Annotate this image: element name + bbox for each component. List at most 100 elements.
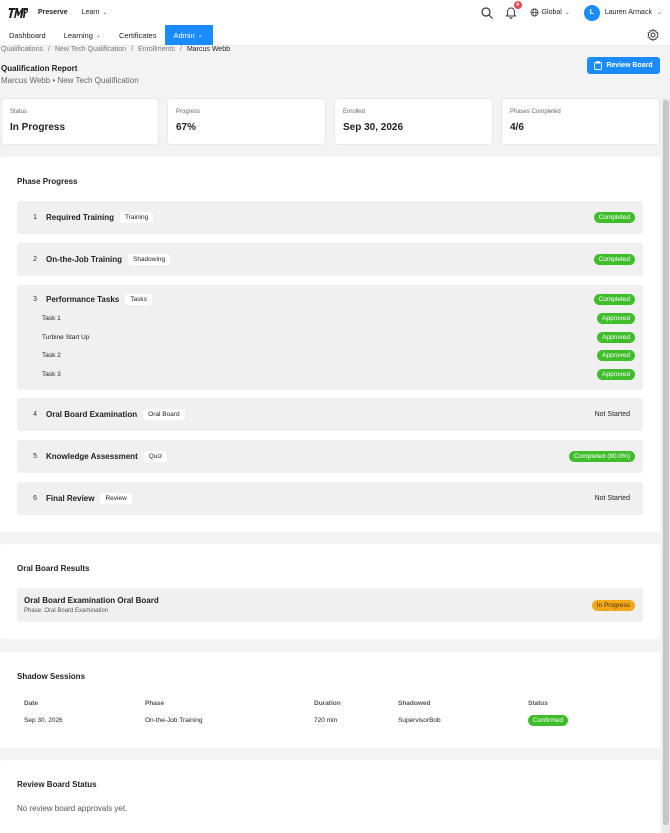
oral-board-item[interactable]: Oral Board Examination Oral Board Phase:… bbox=[17, 588, 643, 622]
stat-card-status: Status In Progress bbox=[1, 98, 159, 145]
chevron-down-icon: ⌄ bbox=[197, 32, 203, 39]
phase-row[interactable]: 2 On-the-Job Training Shadowing Complete… bbox=[17, 243, 643, 276]
phase-row[interactable]: 1 Required Training Training Completed bbox=[17, 201, 643, 234]
section-title: Phase Progress bbox=[17, 177, 78, 186]
user-name: Lauren Armack bbox=[604, 9, 652, 16]
phase-number: 6 bbox=[33, 495, 37, 502]
nav-item-label: Admin bbox=[173, 30, 195, 40]
stat-value: Sep 30, 2026 bbox=[343, 122, 404, 133]
status-badge: Completed bbox=[593, 254, 635, 265]
chevron-down-icon: ⌄ bbox=[95, 32, 101, 39]
clipboard-icon bbox=[594, 61, 603, 70]
task-row[interactable]: Task 1 Approved bbox=[42, 312, 635, 325]
top-bar: Preserve Learn ⌄ 4 Global ⌄ L Lauren Arm… bbox=[0, 0, 670, 25]
phase-type-tag: Tasks bbox=[125, 293, 152, 305]
phase-number: 2 bbox=[33, 256, 37, 263]
breadcrumb-link[interactable]: Qualifications bbox=[1, 46, 43, 53]
region-label: Global bbox=[541, 9, 562, 16]
session-phase: On-the-Job Training bbox=[145, 717, 203, 724]
brand-logo[interactable] bbox=[8, 7, 28, 19]
phase-name: On-the-Job Training bbox=[46, 255, 122, 264]
column-header: Phase bbox=[145, 700, 165, 707]
phase-row[interactable]: 5 Knowledge Assessment Quiz Completed (8… bbox=[17, 440, 643, 473]
status-badge: Not Started bbox=[594, 411, 630, 418]
empty-state-text: No review board approvals yet. bbox=[17, 804, 128, 813]
learn-menu[interactable]: Learn ⌄ bbox=[82, 9, 108, 16]
stat-value: 4/6 bbox=[510, 122, 524, 133]
review-board-status-panel: Review Board Status No review board appr… bbox=[0, 760, 660, 833]
phase-row[interactable]: 3 Performance Tasks Tasks Completed Task… bbox=[17, 285, 643, 390]
nav-item-label: Certificates bbox=[118, 30, 157, 40]
task-row[interactable]: Turbine Start Up Approved bbox=[42, 331, 635, 344]
phase-name: Oral Board Examination bbox=[46, 410, 138, 419]
region-selector[interactable]: Global ⌄ bbox=[530, 8, 570, 17]
page-subtitle: Marcus Webb • New Tech Qualification bbox=[1, 76, 139, 85]
shadow-sessions-panel: Shadow Sessions Date Phase Duration Shad… bbox=[0, 652, 660, 748]
status-badge: Approved bbox=[597, 350, 635, 361]
nav-item-admin[interactable]: Admin ⌄ bbox=[165, 25, 213, 45]
nav-item-certificates[interactable]: Certificates bbox=[110, 25, 166, 45]
review-board-button-label: Review Board bbox=[606, 62, 653, 69]
phase-type-tag: Shadowing bbox=[128, 254, 171, 265]
stat-label: Progress bbox=[176, 109, 201, 115]
breadcrumb-link[interactable]: New Tech Qualification bbox=[55, 46, 126, 53]
breadcrumb: Qualifications / New Tech Qualification … bbox=[1, 46, 230, 53]
user-menu[interactable]: L Lauren Armack ⌄ bbox=[583, 4, 662, 21]
scrollbar-thumb[interactable] bbox=[663, 100, 669, 825]
phase-number: 3 bbox=[33, 295, 37, 303]
stat-card-phases-completed: Phases Completed 4/6 bbox=[501, 98, 660, 145]
status-badge: Approved bbox=[597, 369, 635, 380]
phase-number: 1 bbox=[33, 214, 37, 221]
stat-value: In Progress bbox=[10, 122, 66, 133]
learn-menu-label: Learn bbox=[81, 9, 100, 16]
breadcrumb-link[interactable]: Enrollments bbox=[138, 46, 175, 53]
status-badge: Completed bbox=[593, 212, 635, 223]
session-duration: 720 min bbox=[314, 717, 338, 724]
phase-type-tag: Oral Board bbox=[143, 409, 185, 420]
breadcrumb-separator: / bbox=[48, 46, 50, 53]
breadcrumb-separator: / bbox=[179, 46, 182, 53]
stat-card-progress: Progress 67% bbox=[167, 98, 326, 145]
review-board-button[interactable]: Review Board bbox=[587, 57, 660, 74]
phase-row[interactable]: 6 Final Review Review Not Started bbox=[17, 482, 643, 515]
nav-item-dashboard[interactable]: Dashboard bbox=[0, 25, 55, 45]
stat-label: Status bbox=[10, 109, 28, 115]
oral-board-name: Oral Board Examination Oral Board bbox=[24, 596, 159, 605]
stat-card-enrolled: Enrolled Sep 30, 2026 bbox=[334, 98, 493, 145]
column-header: Status bbox=[528, 700, 548, 707]
nav-item-learning[interactable]: Learning ⌄ bbox=[55, 25, 110, 45]
column-header: Shadowed bbox=[398, 700, 431, 707]
section-title: Shadow Sessions bbox=[17, 672, 86, 681]
phase-number: 4 bbox=[33, 411, 37, 418]
chevron-down-icon: ⌄ bbox=[656, 10, 662, 16]
status-badge: In Progress bbox=[591, 600, 635, 611]
chevron-down-icon: ⌄ bbox=[564, 10, 570, 16]
notification-count-badge: 4 bbox=[513, 0, 522, 9]
phase-name: Knowledge Assessment bbox=[46, 452, 138, 461]
main-nav: Dashboard Learning ⌄ Certificates Admin … bbox=[0, 25, 670, 46]
gear-icon[interactable] bbox=[646, 28, 660, 42]
page-title: Qualification Report bbox=[1, 64, 78, 73]
status-badge: Not Started bbox=[594, 495, 630, 502]
column-header: Date bbox=[24, 700, 39, 707]
status-badge: Confirmed bbox=[528, 715, 568, 726]
status-badge: Approved bbox=[597, 332, 635, 343]
column-header: Duration bbox=[314, 700, 341, 707]
phase-number: 5 bbox=[33, 453, 37, 460]
task-row[interactable]: Task 2 Approved bbox=[42, 349, 635, 362]
oral-board-results-panel: Oral Board Results Oral Board Examinatio… bbox=[0, 544, 660, 639]
phase-name: Performance Tasks bbox=[46, 294, 120, 304]
phase-type-tag: Training bbox=[120, 212, 154, 223]
phase-progress-panel: Phase Progress 1 Required Training Train… bbox=[0, 157, 660, 532]
nav-item-label: Learning bbox=[63, 30, 93, 40]
notifications-button[interactable]: 4 bbox=[504, 0, 522, 20]
task-row[interactable]: Task 3 Approved bbox=[42, 368, 635, 381]
phase-row[interactable]: 4 Oral Board Examination Oral Board Not … bbox=[17, 398, 643, 431]
search-icon[interactable] bbox=[480, 6, 494, 20]
section-title: Review Board Status bbox=[17, 780, 97, 789]
status-badge: Approved bbox=[597, 313, 635, 324]
stat-label: Phases Completed bbox=[510, 109, 561, 115]
phase-type-tag: Review bbox=[100, 493, 132, 504]
task-name: Task 3 bbox=[42, 371, 61, 378]
oral-board-phase: Phase: Oral Board Examination bbox=[24, 608, 109, 614]
